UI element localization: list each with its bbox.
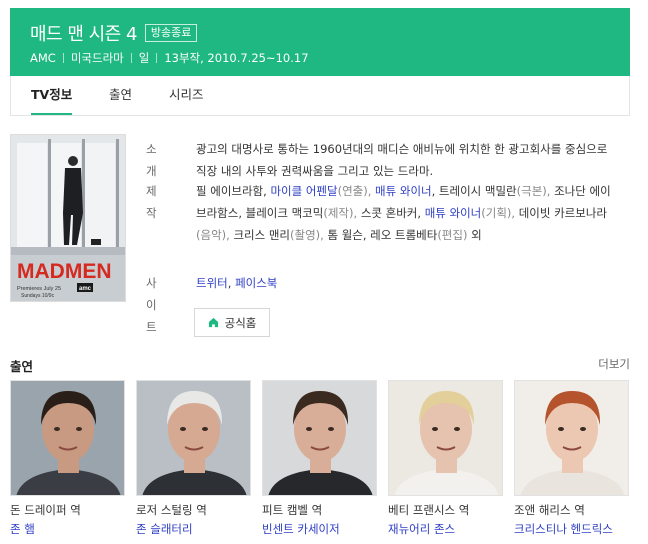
meta-divider bbox=[62, 53, 64, 63]
production-credits: 필 에이브라함, 마이클 어펜달(연출), 매튜 와이너, 트레이시 맥밀란(극… bbox=[196, 180, 611, 246]
tab-series[interactable]: 시리즈 bbox=[169, 76, 204, 115]
credit-role: (음악), bbox=[196, 228, 234, 242]
program-title[interactable]: 매드 맨 시즌 4 bbox=[30, 20, 137, 46]
cast-section-title: 출연 bbox=[10, 359, 34, 374]
cast-photo[interactable] bbox=[262, 380, 377, 496]
tab-bar: TV정보 출연 시리즈 bbox=[10, 76, 630, 116]
official-home-button[interactable]: 공식홈 bbox=[194, 308, 270, 337]
cast-card[interactable]: 돈 드레이퍼 역존 햄 bbox=[10, 380, 125, 537]
credit-text: 외 bbox=[471, 228, 482, 242]
credit-role: (연출), bbox=[337, 184, 376, 198]
cast-role: 로저 스털링 역 bbox=[136, 503, 207, 517]
cast-photo[interactable] bbox=[10, 380, 125, 496]
poster-illustration: MADMEN Premieres July 25 Sundays 10/9c a… bbox=[11, 135, 125, 301]
credit-text: , 트레이시 맥밀란 bbox=[431, 184, 517, 198]
cast-actor-link[interactable]: 빈센트 카세이저 bbox=[262, 521, 377, 537]
cast-photo[interactable] bbox=[136, 380, 251, 496]
meta-divider bbox=[156, 53, 158, 63]
cast-card[interactable]: 피트 캠벨 역빈센트 카세이저 bbox=[262, 380, 377, 537]
credit-link[interactable]: 트위터 bbox=[196, 276, 228, 290]
portrait-eye bbox=[432, 427, 438, 431]
poster-network: amc bbox=[79, 286, 92, 292]
cast-portrait bbox=[389, 381, 502, 495]
portrait-eye bbox=[180, 427, 186, 431]
cast-portrait bbox=[11, 381, 124, 495]
cast-card[interactable]: 조앤 해리스 역크리스티나 헨드릭스 bbox=[514, 380, 629, 537]
credit-role: (제작), bbox=[323, 206, 361, 220]
credit-text: 필 에이브라함, bbox=[196, 184, 271, 198]
cast-portrait bbox=[137, 381, 250, 495]
meta-divider bbox=[130, 53, 132, 63]
cast-portrait bbox=[515, 381, 628, 495]
cast-role: 베티 프랜시스 역 bbox=[388, 503, 470, 517]
cast-photo[interactable] bbox=[388, 380, 503, 496]
portrait-eye bbox=[328, 427, 334, 431]
poster-logo: MADMEN bbox=[17, 260, 112, 283]
portrait-eye bbox=[54, 427, 60, 431]
poster-image[interactable]: MADMEN Premieres July 25 Sundays 10/9c a… bbox=[10, 134, 126, 302]
credit-text: 톰 윌슨, 레오 트롬베타 bbox=[327, 228, 438, 242]
cast-actor-link[interactable]: 재뉴어리 존스 bbox=[388, 521, 503, 537]
home-icon bbox=[208, 317, 218, 328]
site-label: 사이트 bbox=[146, 276, 157, 334]
credit-role: (기획), bbox=[481, 206, 519, 220]
cast-role: 돈 드레이퍼 역 bbox=[10, 503, 81, 517]
official-home-label: 공식홈 bbox=[224, 315, 257, 330]
cast-role: 피트 캠벨 역 bbox=[262, 503, 323, 517]
poster-time: Sundays 10/9c bbox=[21, 293, 55, 299]
meta-network: AMC bbox=[30, 51, 56, 65]
credit-link[interactable]: 페이스북 bbox=[235, 276, 277, 290]
cast-actor-link[interactable]: 존 슬래터리 bbox=[136, 521, 251, 537]
site-links: 트위터, 페이스북 bbox=[196, 272, 611, 294]
credit-link[interactable]: 매튜 와이너 bbox=[375, 184, 432, 198]
production-label: 제작 bbox=[146, 184, 157, 220]
meta-day: 일 bbox=[138, 51, 150, 65]
tab-cast[interactable]: 출연 bbox=[109, 76, 132, 115]
program-meta: AMC 미국드라마 일 13부작, 2010.7.25~10.17 bbox=[30, 50, 309, 66]
cast-portrait bbox=[263, 381, 376, 495]
portrait-eye bbox=[306, 427, 312, 431]
poster-premiere: Premieres July 25 bbox=[17, 286, 61, 292]
cast-actor-link[interactable]: 크리스티나 헨드릭스 bbox=[514, 521, 629, 537]
cast-more-link[interactable]: 더보기 bbox=[598, 356, 630, 372]
credit-role: (편집) bbox=[437, 228, 472, 242]
cast-photo[interactable] bbox=[514, 380, 629, 496]
portrait-eye bbox=[454, 427, 460, 431]
meta-genre: 미국드라마 bbox=[70, 51, 124, 65]
cast-card[interactable]: 로저 스털링 역존 슬래터리 bbox=[136, 380, 251, 537]
cast-actor-link[interactable]: 존 햄 bbox=[10, 521, 125, 537]
credit-text: , bbox=[227, 276, 236, 290]
credit-role: (촬영), bbox=[290, 228, 328, 242]
portrait-eye bbox=[580, 427, 586, 431]
credit-text: 크리스 맨리 bbox=[233, 228, 291, 242]
credit-link[interactable]: 마이클 어펜달 bbox=[270, 184, 337, 198]
meta-episodes: 13부작, 2010.7.25~10.17 bbox=[164, 51, 309, 65]
credit-text: 스콧 혼바커, bbox=[360, 206, 425, 220]
portrait-eye bbox=[558, 427, 564, 431]
credit-role: (극본), bbox=[516, 184, 555, 198]
portrait-eye bbox=[76, 427, 82, 431]
status-badge: 방송종료 bbox=[144, 24, 198, 42]
portrait-eye bbox=[202, 427, 208, 431]
credit-text: 데이빗 카르보나라 bbox=[518, 206, 607, 220]
synopsis-text: 광고의 대명사로 통하는 1960년대의 매디슨 애비뉴에 위치한 한 광고회사… bbox=[196, 142, 608, 178]
synopsis-label: 소개 bbox=[146, 142, 157, 178]
program-header: 매드 맨 시즌 4 방송종료 AMC 미국드라마 일 13부작, 2010.7.… bbox=[10, 8, 630, 76]
credit-link[interactable]: 매튜 와이너 bbox=[425, 206, 482, 220]
tab-tv-info[interactable]: TV정보 bbox=[31, 76, 73, 115]
cast-role: 조앤 해리스 역 bbox=[514, 503, 585, 517]
cast-card[interactable]: 베티 프랜시스 역재뉴어리 존스 bbox=[388, 380, 503, 537]
